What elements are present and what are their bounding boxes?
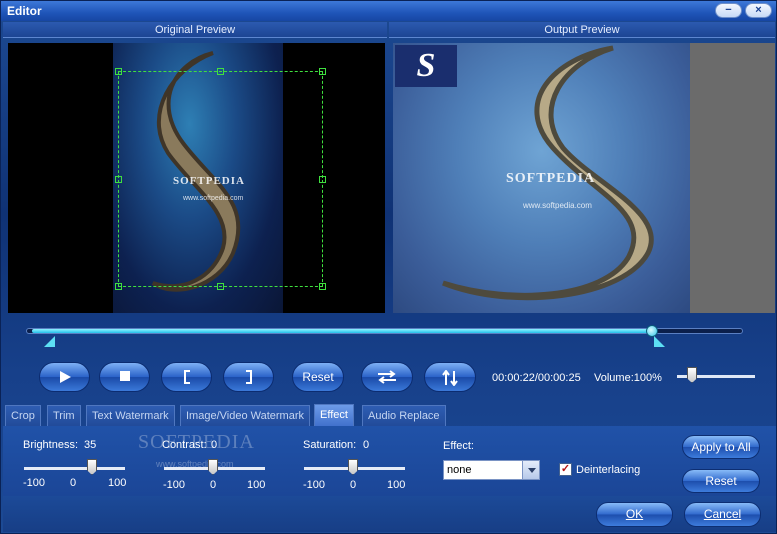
- output-preview-header: Output Preview: [389, 22, 775, 38]
- contrast-mid: 0: [210, 479, 217, 491]
- brightness-label: Brightness:: [23, 439, 79, 451]
- brightness-min: -100: [23, 477, 46, 489]
- saturation-label: Saturation:: [303, 439, 357, 451]
- deinterlacing-label: Deinterlacing: [576, 464, 641, 476]
- play-icon: [59, 371, 71, 383]
- contrast-min: -100: [163, 479, 186, 491]
- output-watermark-text: SOFTPEDIA: [506, 171, 596, 186]
- original-preview-header: Original Preview: [3, 22, 387, 38]
- tab-crop[interactable]: Crop: [5, 405, 41, 427]
- output-video-frame: S SOFTPEDIA www.softpedia.com: [393, 43, 690, 313]
- title-bar[interactable]: Editor − ×: [1, 1, 776, 21]
- output-watermark-url: www.softpedia.com: [523, 201, 592, 210]
- volume-slider-thumb[interactable]: [687, 367, 697, 383]
- mark-in-button[interactable]: [161, 362, 212, 392]
- cancel-button-label: Cancel: [703, 507, 742, 521]
- saturation-mid: 0: [350, 479, 357, 491]
- timeline-reset-button[interactable]: Reset: [292, 362, 344, 392]
- cancel-button[interactable]: Cancel: [684, 502, 761, 527]
- ok-button-label: OK: [625, 507, 644, 521]
- tab-image-video-watermark[interactable]: Image/Video Watermark: [180, 405, 310, 427]
- crop-handle-left[interactable]: [115, 176, 122, 183]
- minimize-button[interactable]: −: [715, 3, 742, 18]
- timeline-progress: [32, 329, 652, 333]
- flip-horizontal-button[interactable]: [361, 362, 413, 392]
- effect-dropdown[interactable]: none: [443, 460, 540, 480]
- contrast-label: Contrast:: [162, 439, 207, 451]
- flip-vertical-button[interactable]: [424, 362, 476, 392]
- trim-start-marker[interactable]: [44, 336, 55, 347]
- play-button[interactable]: [39, 362, 90, 392]
- editor-window: Editor − × Original Preview Output Previ…: [0, 0, 777, 534]
- volume-label: Volume:100%: [594, 372, 662, 384]
- window-title: Editor: [7, 4, 42, 18]
- right-bracket-icon: [245, 370, 252, 384]
- effect-label: Effect:: [443, 440, 474, 452]
- crop-handle-bottom-right[interactable]: [319, 283, 326, 290]
- output-preview: S SOFTPEDIA www.softpedia.com: [393, 43, 775, 313]
- original-preview[interactable]: SOFTPEDIA www.softpedia.com: [8, 43, 385, 313]
- effect-reset-button[interactable]: Reset: [682, 469, 760, 493]
- saturation-min: -100: [303, 479, 326, 491]
- brightness-max: 100: [108, 477, 127, 489]
- time-display: 00:00:22/00:00:25: [492, 372, 581, 384]
- apply-to-all-button[interactable]: Apply to All: [682, 435, 760, 459]
- crop-handle-top[interactable]: [217, 68, 224, 75]
- tab-bar: Crop Trim Text Watermark Image/Video Wat…: [3, 404, 776, 427]
- tab-effect[interactable]: Effect: [314, 404, 354, 427]
- output-logo-badge: S: [395, 45, 457, 87]
- crop-handle-right[interactable]: [319, 176, 326, 183]
- trim-end-marker[interactable]: [654, 336, 665, 347]
- stop-icon: [119, 371, 130, 381]
- flip-horizontal-icon: [378, 370, 396, 384]
- brightness-mid: 0: [70, 477, 77, 489]
- flip-vertical-icon: [442, 369, 458, 387]
- effect-dropdown-value: none: [447, 464, 472, 476]
- mark-out-button[interactable]: [223, 362, 274, 392]
- crop-handle-top-right[interactable]: [319, 68, 326, 75]
- contrast-value: 0: [211, 439, 218, 451]
- tab-audio-replace[interactable]: Audio Replace: [362, 405, 446, 427]
- tab-text-watermark[interactable]: Text Watermark: [86, 405, 175, 427]
- left-bracket-icon: [183, 370, 190, 384]
- ok-button[interactable]: OK: [596, 502, 673, 527]
- deinterlacing-checkbox[interactable]: ✓: [559, 463, 572, 476]
- saturation-value: 0: [363, 439, 370, 451]
- chevron-down-icon[interactable]: [522, 461, 539, 479]
- crop-box[interactable]: [115, 68, 326, 290]
- contrast-max: 100: [247, 479, 266, 491]
- brightness-value: 35: [84, 439, 97, 451]
- crop-handle-bottom[interactable]: [217, 283, 224, 290]
- crop-handle-top-left[interactable]: [115, 68, 122, 75]
- tab-trim[interactable]: Trim: [47, 405, 81, 427]
- saturation-max: 100: [387, 479, 406, 491]
- close-button[interactable]: ×: [745, 3, 772, 18]
- stop-button[interactable]: [99, 362, 150, 392]
- brightness-slider-track[interactable]: [24, 467, 125, 470]
- crop-handle-bottom-left[interactable]: [115, 283, 122, 290]
